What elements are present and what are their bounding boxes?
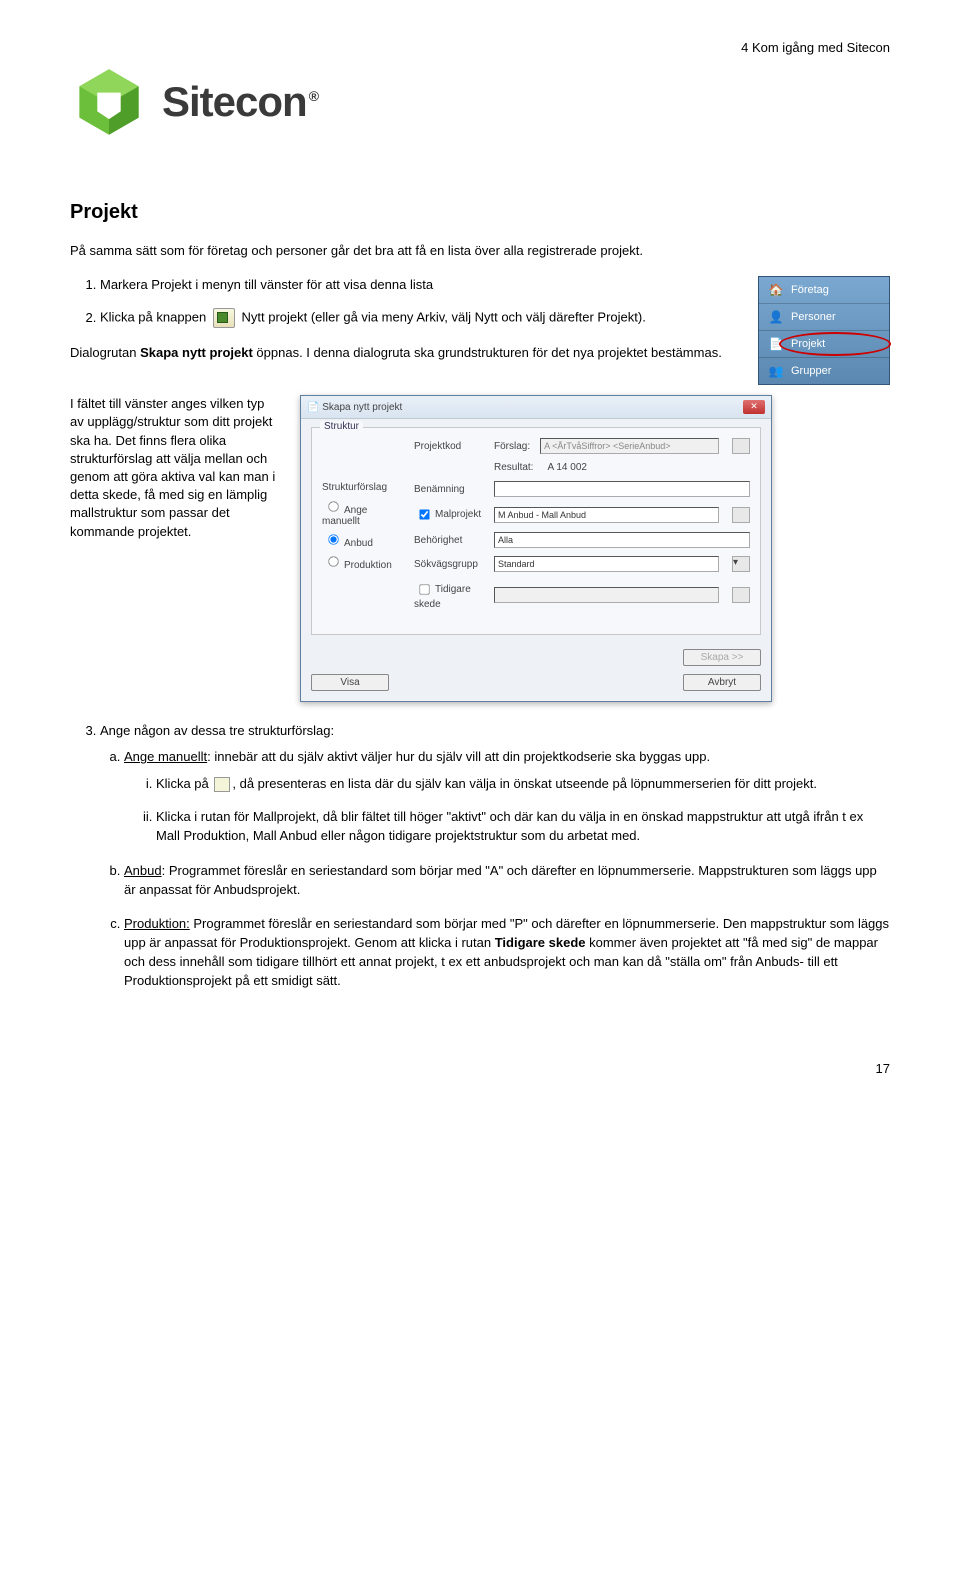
label-sokvagsgrupp: Sökvägsgrupp <box>414 559 484 570</box>
tidigare-picker-button[interactable] <box>732 587 750 603</box>
field-behorighet[interactable]: Alla <box>494 532 750 548</box>
label-behorighet: Behörighet <box>414 535 484 546</box>
label-strukturforslag: Strukturförslag <box>322 482 404 493</box>
visa-button[interactable]: Visa <box>311 674 389 691</box>
sub-c-bold: Tidigare skede <box>495 935 586 950</box>
step-3: Ange någon av dessa tre strukturförslag:… <box>100 722 890 991</box>
picker-icon <box>214 777 230 792</box>
new-project-icon <box>213 308 235 328</box>
radio-ange-manuellt[interactable]: Ange manuellt <box>322 497 404 527</box>
explanation-left-column: I fältet till vänster anges vilken typ a… <box>70 395 280 541</box>
nav-item-foretag: 🏠 Företag <box>759 277 889 304</box>
sub-a-lead: Ange manuellt <box>124 749 207 764</box>
field-benamning[interactable] <box>494 481 750 497</box>
brand-logo: Sitecon® <box>70 63 890 141</box>
nav-item-grupper: 👥 Grupper <box>759 358 889 384</box>
step-2-text-b: Nytt projekt (eller gå via meny Arkiv, v… <box>241 310 645 325</box>
step-2-text-a: Klicka på knappen <box>100 310 210 325</box>
substeps-list: Ange manuellt: innebär att du själv akti… <box>124 748 890 990</box>
step-3-text: Ange någon av dessa tre strukturförslag: <box>100 723 334 738</box>
struktur-radio-group: Ange manuellt Anbud Produktion <box>322 497 404 571</box>
nav-panel-screenshot: 🏠 Företag 👤 Personer 📄 Projekt 👥 Grupper <box>758 276 890 385</box>
dp-c: öppnas. I denna dialogruta ska grundstru… <box>253 345 722 360</box>
sub-a-rest: : innebär att du själv aktivt väljer hur… <box>207 749 710 764</box>
person-icon: 👤 <box>767 308 785 326</box>
house-icon: 🏠 <box>767 281 785 299</box>
nav-item-projekt: 📄 Projekt <box>759 331 889 358</box>
label-projektkod: Projektkod <box>414 441 484 452</box>
sub-c-lead: Produktion: <box>124 916 190 931</box>
group-icon: 👥 <box>767 362 785 380</box>
checkbox-malprojekt[interactable] <box>419 509 429 519</box>
field-forslag: A <ÅrTvåSiffror> <SerieAnbud> <box>540 438 719 454</box>
dialog-skapa-nytt-projekt: 📄 Skapa nytt projekt ✕ Struktur Struktur… <box>300 395 772 702</box>
sub-a: Ange manuellt: innebär att du själv akti… <box>124 748 890 845</box>
intro-paragraph: På samma sätt som för företag och person… <box>70 242 890 260</box>
field-malprojekt[interactable]: M Anbud - Mall Anbud <box>494 507 719 523</box>
dp-a: Dialogrutan <box>70 345 140 360</box>
sub-a-i-pre: Klicka på <box>156 776 212 791</box>
nav-label: Företag <box>791 284 829 296</box>
sub-b-rest: : Programmet föreslår en seriestandard s… <box>124 863 877 897</box>
nav-label: Personer <box>791 311 836 323</box>
struktur-group: Struktur Strukturförslag Ange manuellt A… <box>311 427 761 635</box>
nav-item-personer: 👤 Personer <box>759 304 889 331</box>
page-number: 17 <box>70 1061 890 1076</box>
radio-produktion[interactable]: Produktion <box>322 552 404 571</box>
nav-label: Grupper <box>791 365 831 377</box>
sub-b-lead: Anbud <box>124 863 162 878</box>
sub-a-roman: Klicka på , då presenteras en lista där … <box>156 775 890 846</box>
sub-c: Produktion: Programmet föreslår en serie… <box>124 915 890 990</box>
logo-registered: ® <box>309 88 318 104</box>
header-breadcrumb: 4 Kom igång med Sitecon <box>70 40 890 55</box>
field-tidigare-skede <box>494 587 719 603</box>
sub-a-ii: Klicka i rutan för Mallprojekt, då blir … <box>156 808 890 846</box>
sub-a-i: Klicka på , då presenteras en lista där … <box>156 775 890 794</box>
avbryt-button[interactable]: Avbryt <box>683 674 761 691</box>
checkbox-tidigare-skede[interactable] <box>419 584 429 594</box>
sokvag-dropdown-button[interactable]: ▾ <box>732 556 750 572</box>
close-icon[interactable]: ✕ <box>743 400 765 414</box>
label-malprojekt: Malprojekt <box>435 509 481 520</box>
sub-b: Anbud: Programmet föreslår en seriestand… <box>124 862 890 900</box>
highlight-circle-icon <box>779 332 891 356</box>
field-sokvagsgrupp[interactable]: Standard <box>494 556 719 572</box>
label-forslag: Förslag: <box>494 441 530 452</box>
label-resultat: Resultat: <box>494 462 533 473</box>
skapa-button[interactable]: Skapa >> <box>683 649 761 666</box>
malprojekt-picker-button[interactable] <box>732 507 750 523</box>
forslag-picker-button[interactable] <box>732 438 750 454</box>
group-label: Struktur <box>320 421 363 432</box>
logo-mark-icon <box>70 63 148 141</box>
sub-a-i-post: , då presenteras en lista där du själv k… <box>232 776 817 791</box>
radio-anbud[interactable]: Anbud <box>322 530 404 549</box>
dp-b: Skapa nytt projekt <box>140 345 253 360</box>
logo-word: Sitecon <box>162 78 307 125</box>
logo-text: Sitecon® <box>162 78 318 126</box>
dialog-title-text: 📄 Skapa nytt projekt <box>307 402 402 413</box>
section-heading: Projekt <box>70 201 890 224</box>
value-resultat: A 14 002 <box>547 462 586 473</box>
steps-list-continued: Ange någon av dessa tre strukturförslag:… <box>100 722 890 991</box>
label-benamning: Benämning <box>414 484 484 495</box>
